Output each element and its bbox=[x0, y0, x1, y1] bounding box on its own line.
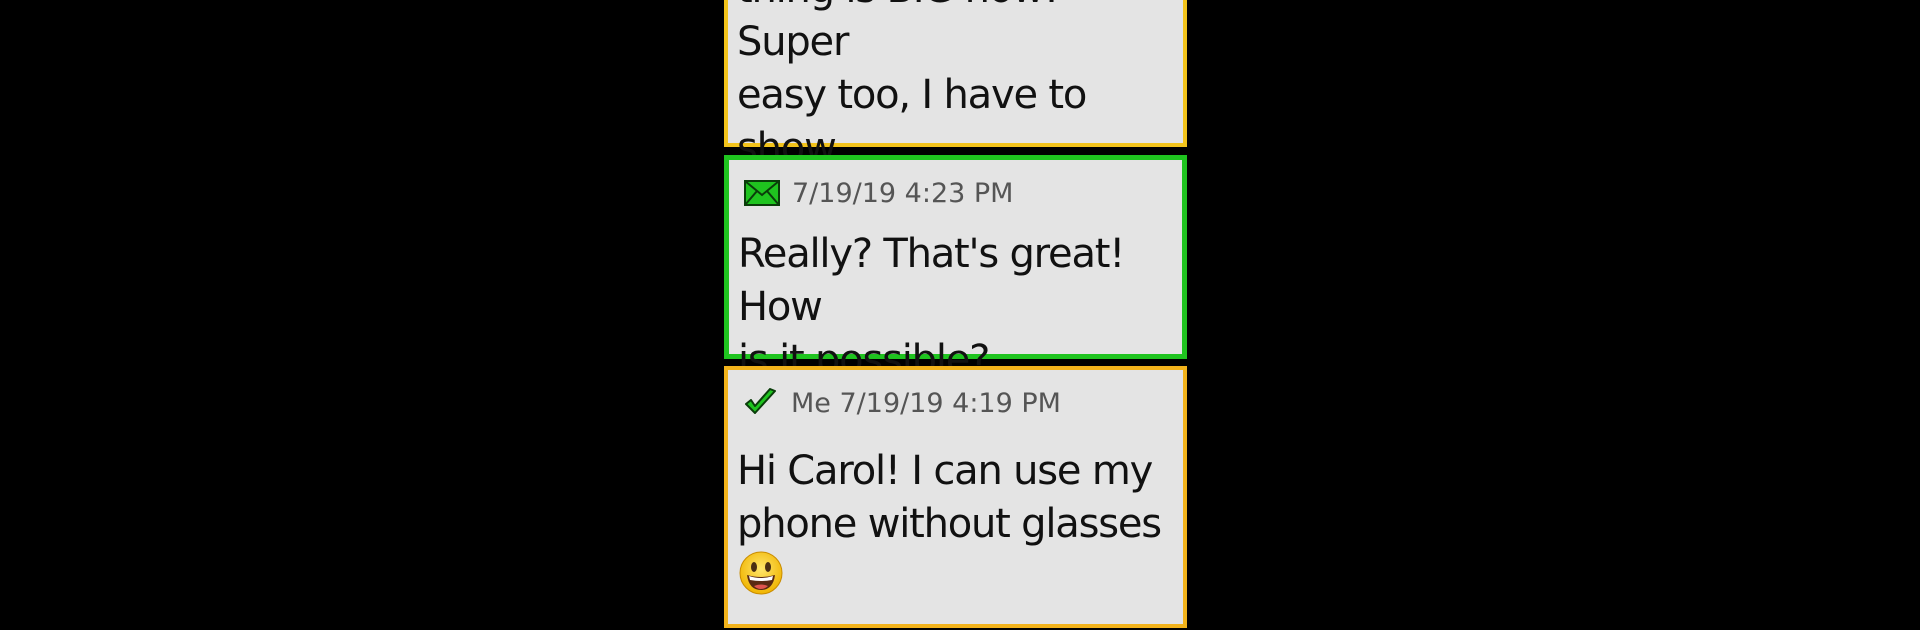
message-header: Me 7/19/19 4:19 PM bbox=[743, 388, 1061, 418]
message-text: Really? That's great! How is it possible… bbox=[738, 231, 1125, 383]
message-timestamp: 7/19/19 4:23 PM bbox=[792, 177, 1014, 209]
message-bubble-outgoing[interactable]: Me 7/19/19 4:19 PM Hi Carol! I can use m… bbox=[724, 366, 1187, 628]
message-bubble-incoming[interactable]: 7/19/19 4:23 PM Really? That's great! Ho… bbox=[724, 155, 1187, 383]
message-thread[interactable]: thing is BIG now! Super easy too, I have… bbox=[722, 0, 1197, 630]
message-header: 7/19/19 4:23 PM bbox=[744, 178, 1013, 208]
envelope-icon bbox=[744, 180, 780, 206]
message-timestamp: Me 7/19/19 4:19 PM bbox=[791, 387, 1061, 419]
checkmark-icon bbox=[745, 388, 776, 414]
message-text: Hi Carol! I can use my phone without gla… bbox=[737, 448, 1162, 547]
message-bubble-partial[interactable]: thing is BIG now! Super easy too, I have… bbox=[724, 0, 1187, 277]
grinning-face-emoji bbox=[739, 551, 783, 595]
